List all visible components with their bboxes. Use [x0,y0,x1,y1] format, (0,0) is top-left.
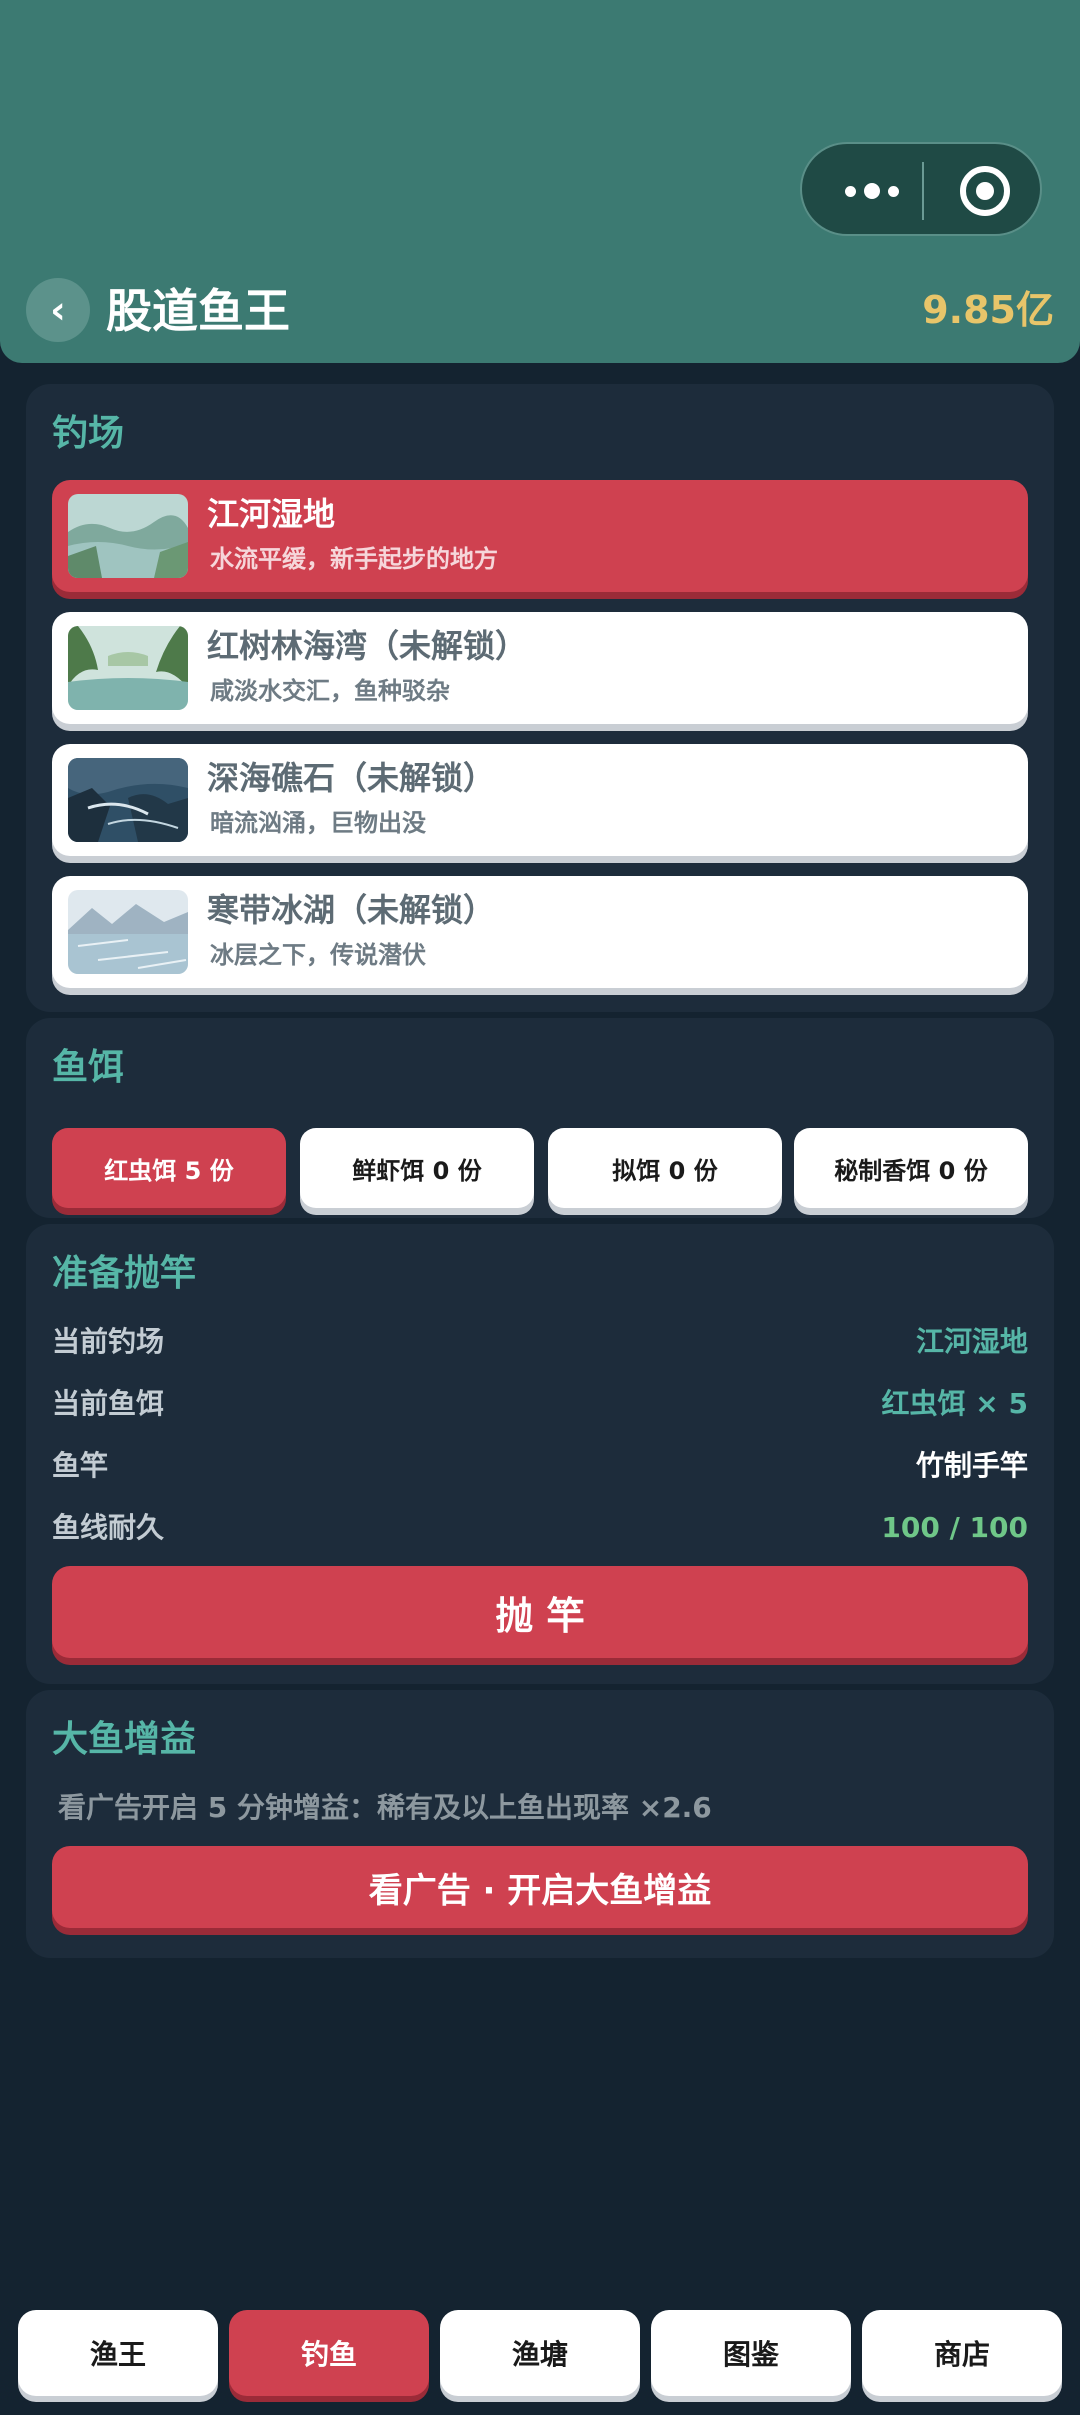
spot-item-wetland[interactable]: 江河湿地 水流平缓，新手起步的地方 [52,480,1028,592]
spot-desc: 水流平缓，新手起步的地方 [210,545,498,573]
rod-value: 竹制手竿 [915,1449,1028,1482]
spot-name: 深海礁石（未解锁） [207,759,496,797]
nav-tab-shop[interactable]: 商店 [862,2310,1062,2396]
watch-ad-button[interactable]: 看广告 · 开启大鱼增益 [52,1846,1028,1928]
page-title: 股道鱼王 [106,284,290,338]
target-icon[interactable] [960,166,1010,216]
spot-name: 红树林海湾（未解锁） [207,627,528,665]
spot-thumbnail [68,890,188,974]
capsule-divider [922,162,924,220]
rod-label: 鱼竿 [52,1449,109,1482]
nav-tab-pond[interactable]: 渔塘 [440,2310,640,2396]
current-bait-value: 红虫饵 × 5 [881,1387,1028,1420]
spot-desc: 冰层之下，传说潜伏 [210,941,426,969]
nav-tab-fishing[interactable]: 钓鱼 [229,2310,429,2396]
bait-button-secret[interactable]: 秘制香饵 0 份 [794,1128,1028,1208]
bait-button-shrimp[interactable]: 鲜虾饵 0 份 [300,1128,534,1208]
back-button[interactable]: ‹ [26,278,90,342]
buff-desc: 看广告开启 5 分钟增益：稀有及以上鱼出现率 ×2.6 [58,1791,712,1824]
current-bait-label: 当前鱼饵 [52,1387,165,1420]
cast-title: 准备抛竿 [52,1253,197,1294]
spots-title: 钓场 [52,413,125,454]
spot-name: 江河湿地 [207,495,336,533]
buff-title: 大鱼增益 [52,1719,197,1760]
buff-panel: 大鱼增益 看广告开启 5 分钟增益：稀有及以上鱼出现率 ×2.6 看广告 · 开… [26,1690,1054,1958]
spots-panel: 钓场 江河湿地 水流平缓，新手起步的地方 红树林海湾（未解锁） 咸淡水交汇，鱼种… [26,384,1054,1012]
spot-desc: 咸淡水交汇，鱼种驳杂 [210,677,450,705]
line-durability-label: 鱼线耐久 [52,1511,165,1544]
bait-button-red-worm[interactable]: 红虫饵 5 份 [52,1128,286,1208]
balance-display: 9.85亿 [922,288,1054,332]
more-dots-icon[interactable] [832,174,912,208]
chevron-left-icon: ‹ [50,288,66,332]
spot-item-icelake[interactable]: 寒带冰湖（未解锁） 冰层之下，传说潜伏 [52,876,1028,988]
bait-button-lure[interactable]: 拟饵 0 份 [548,1128,782,1208]
bait-panel: 鱼饵 红虫饵 5 份 鲜虾饵 0 份 拟饵 0 份 秘制香饵 0 份 [26,1018,1054,1218]
app-header: ‹ 股道鱼王 9.85亿 [0,0,1080,363]
spot-thumbnail [68,758,188,842]
line-durability-value: 100 / 100 [881,1511,1028,1544]
spot-item-mangrove[interactable]: 红树林海湾（未解锁） 咸淡水交汇，鱼种驳杂 [52,612,1028,724]
nav-tab-collection[interactable]: 图鉴 [651,2310,851,2396]
spot-item-reef[interactable]: 深海礁石（未解锁） 暗流汹涌，巨物出没 [52,744,1028,856]
cast-panel: 准备抛竿 当前钓场 江河湿地 当前鱼饵 红虫饵 × 5 鱼竿 竹制手竿 鱼线耐久… [26,1224,1054,1684]
spot-name: 寒带冰湖（未解锁） [207,891,496,929]
mini-program-capsule [800,142,1042,236]
current-spot-value: 江河湿地 [915,1325,1028,1358]
spot-desc: 暗流汹涌，巨物出没 [210,809,426,837]
cast-button[interactable]: 抛 竿 [52,1566,1028,1658]
current-spot-label: 当前钓场 [52,1325,165,1358]
spot-thumbnail [68,494,188,578]
nav-tab-king[interactable]: 渔王 [18,2310,218,2396]
bait-title: 鱼饵 [52,1047,125,1088]
spot-thumbnail [68,626,188,710]
